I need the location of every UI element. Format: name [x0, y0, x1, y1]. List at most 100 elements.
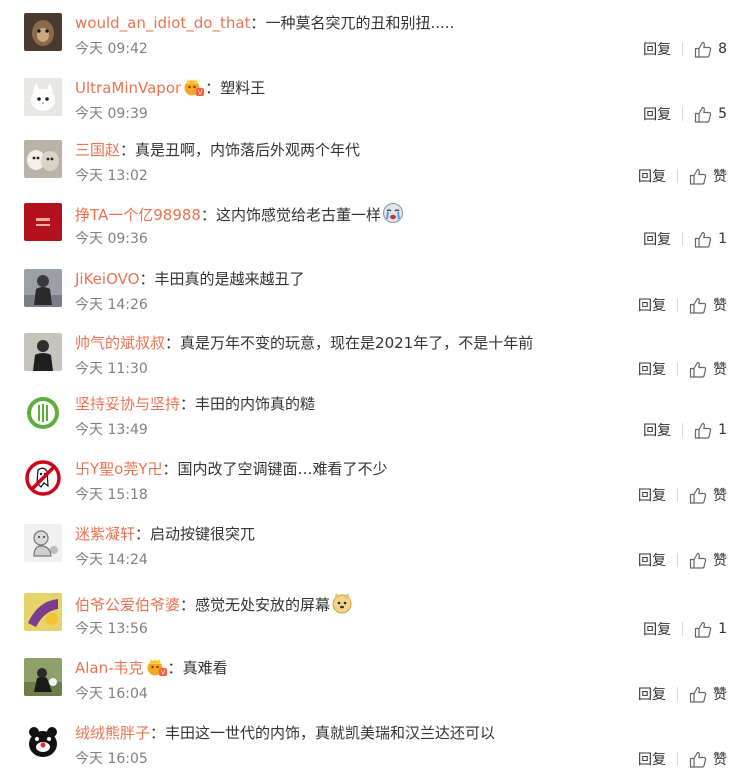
- comment-time: 今天 16:04: [75, 686, 148, 702]
- comment-time: 今天 11:30: [75, 361, 148, 377]
- comment-actions: 回复 赞: [638, 550, 727, 570]
- username-link[interactable]: 帅气的斌叔叔: [75, 334, 165, 352]
- crying-face-emoji-icon: [382, 202, 404, 224]
- comment-actions: 回复 5: [643, 104, 727, 124]
- divider: [677, 553, 678, 567]
- svg-text:V: V: [198, 89, 203, 97]
- avatar[interactable]: [24, 203, 62, 241]
- username-link[interactable]: would_an_idiot_do_that: [75, 14, 250, 32]
- comment-text: 丰田的内饰真的糙: [195, 395, 316, 413]
- avatar[interactable]: [24, 459, 62, 497]
- divider: [677, 752, 678, 766]
- username-link[interactable]: Alan-韦克: [75, 659, 144, 677]
- username-link[interactable]: 挣TA一个亿98988: [75, 206, 201, 224]
- colon: ：: [180, 596, 196, 614]
- reply-button[interactable]: 回复: [643, 619, 671, 639]
- divider: [677, 169, 678, 183]
- username-link[interactable]: 坚持妥协与坚持: [75, 395, 180, 413]
- comment-body: 卐Y聖o莞Y卍：国内改了空调键面…难看了不少: [75, 458, 388, 480]
- vip-badge-icon: V: [145, 658, 167, 676]
- comment-actions: 回复 1: [643, 619, 727, 639]
- username-link[interactable]: JiKeiOVO: [75, 270, 139, 288]
- avatar[interactable]: [24, 658, 62, 696]
- like-button[interactable]: 赞: [689, 485, 727, 505]
- comment-body: 三国赵：真是丑啊，内饰落后外观两个年代: [75, 139, 360, 161]
- reply-button[interactable]: 回复: [638, 166, 666, 186]
- username-link[interactable]: 迷紫凝轩: [75, 525, 135, 543]
- avatar[interactable]: [24, 78, 62, 116]
- comment-actions: 回复 赞: [638, 166, 727, 186]
- username-link[interactable]: 三国赵: [75, 141, 120, 159]
- comment-body: JiKeiOVO：丰田真的是越来越丑了: [75, 268, 304, 290]
- thumbs-up-icon: [689, 751, 707, 768]
- avatar[interactable]: [24, 723, 62, 761]
- comment-text: 塑料王: [220, 79, 266, 97]
- like-button[interactable]: 赞: [689, 295, 727, 315]
- comment-body: UltraMinVapor V ：塑料王: [75, 77, 265, 99]
- avatar[interactable]: [24, 593, 62, 631]
- reply-button[interactable]: 回复: [643, 229, 671, 249]
- doge-emoji-icon: [331, 592, 353, 614]
- comment-text: 启动按键很突兀: [150, 525, 256, 543]
- comment-time: 今天 09:39: [75, 106, 148, 122]
- reply-button[interactable]: 回复: [638, 550, 666, 570]
- comment-text: 这内饰感觉给老古董一样: [216, 206, 382, 224]
- divider: [677, 488, 678, 502]
- colon: ：: [205, 79, 221, 97]
- comment-time: 今天 09:42: [75, 41, 148, 57]
- comment-body: 帅气的斌叔叔：真是万年不变的玩意，现在是2021年了，不是十年前: [75, 332, 533, 354]
- thumbs-up-icon: [689, 487, 707, 504]
- like-button[interactable]: 赞: [689, 684, 727, 704]
- divider: [682, 232, 684, 246]
- reply-button[interactable]: 回复: [643, 420, 671, 440]
- like-button[interactable]: 8: [694, 41, 727, 58]
- avatar[interactable]: [24, 140, 62, 178]
- reply-button[interactable]: 回复: [643, 39, 671, 59]
- comment-text: 真是丑啊，内饰落后外观两个年代: [135, 141, 361, 159]
- reply-button[interactable]: 回复: [638, 359, 666, 379]
- comment-time: 今天 16:05: [75, 751, 148, 767]
- like-button[interactable]: 赞: [689, 359, 727, 379]
- divider: [677, 687, 678, 701]
- username-link[interactable]: UltraMinVapor: [75, 79, 181, 97]
- username-link[interactable]: 伯爷公爱伯爷婆: [75, 596, 180, 614]
- thumbs-up-icon: [694, 106, 712, 123]
- divider: [677, 298, 678, 312]
- reply-button[interactable]: 回复: [643, 104, 671, 124]
- reply-button[interactable]: 回复: [638, 295, 666, 315]
- reply-button[interactable]: 回复: [638, 684, 666, 704]
- like-button[interactable]: 5: [694, 106, 727, 123]
- divider: [682, 42, 684, 56]
- username-link[interactable]: 绒绒熊胖子: [75, 724, 150, 742]
- like-count: 赞: [713, 488, 727, 504]
- thumbs-up-icon: [694, 231, 712, 248]
- like-count: 1: [718, 621, 727, 637]
- comment-body: 绒绒熊胖子：丰田这一世代的内饰，真就凯美瑞和汉兰达还可以: [75, 722, 495, 744]
- comment-body: Alan-韦克 V ：真难看: [75, 657, 228, 679]
- reply-button[interactable]: 回复: [638, 749, 666, 769]
- like-count: 1: [718, 422, 727, 438]
- avatar[interactable]: [24, 269, 62, 307]
- comment-time: 今天 15:18: [75, 487, 148, 503]
- thumbs-up-icon: [689, 552, 707, 569]
- username-link[interactable]: 卐Y聖o莞Y卍: [75, 460, 163, 478]
- avatar[interactable]: [24, 333, 62, 371]
- like-button[interactable]: 1: [694, 621, 727, 638]
- comment-text: 真难看: [182, 659, 228, 677]
- reply-button[interactable]: 回复: [638, 485, 666, 505]
- like-button[interactable]: 赞: [689, 166, 727, 186]
- avatar[interactable]: [24, 524, 62, 562]
- like-count: 赞: [713, 752, 727, 768]
- colon: ：: [162, 460, 178, 478]
- thumbs-up-icon: [689, 297, 707, 314]
- like-count: 赞: [713, 298, 727, 314]
- colon: ：: [200, 206, 216, 224]
- like-button[interactable]: 1: [694, 422, 727, 439]
- like-button[interactable]: 1: [694, 231, 727, 248]
- avatar[interactable]: [24, 13, 62, 51]
- like-button[interactable]: 赞: [689, 749, 727, 769]
- like-button[interactable]: 赞: [689, 550, 727, 570]
- thumbs-up-icon: [689, 686, 707, 703]
- avatar[interactable]: [24, 394, 62, 432]
- comment-time: 今天 13:49: [75, 422, 148, 438]
